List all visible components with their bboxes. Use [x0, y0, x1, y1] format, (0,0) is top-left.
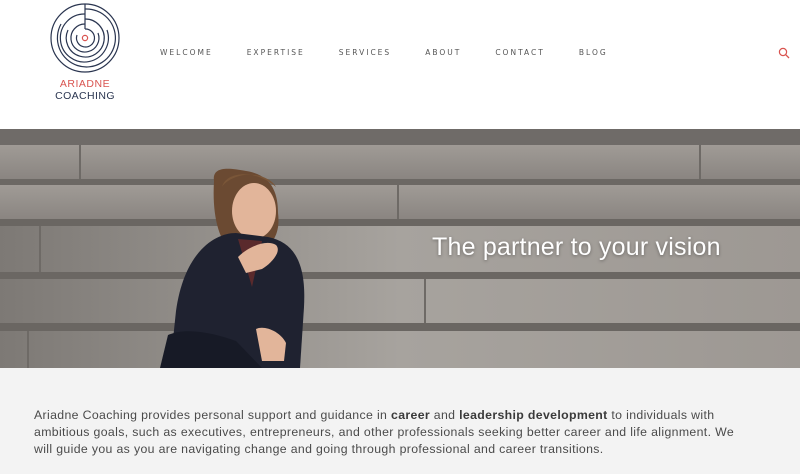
- nav-item-expertise[interactable]: EXPERTISE: [247, 47, 305, 59]
- search-icon[interactable]: [778, 47, 790, 59]
- hero-title: The partner to your vision: [432, 233, 721, 261]
- main-nav: WELCOME EXPERTISE SERVICES ABOUT CONTACT…: [160, 47, 642, 59]
- nav-item-contact[interactable]: CONTACT: [495, 47, 545, 59]
- intro-section: Ariadne Coaching provides personal suppo…: [0, 368, 800, 474]
- intro-text-part: and: [430, 408, 460, 422]
- hero-banner: The partner to your vision: [0, 129, 800, 368]
- intro-text: Ariadne Coaching provides personal suppo…: [34, 407, 754, 458]
- nav-item-about[interactable]: ABOUT: [425, 47, 461, 59]
- labyrinth-logo-icon: [50, 3, 120, 73]
- intro-highlight-career: career: [391, 408, 431, 422]
- nav-item-welcome[interactable]: WELCOME: [160, 47, 213, 59]
- logo-name: ARIADNE: [59, 78, 111, 90]
- intro-text-part: Ariadne Coaching provides personal suppo…: [34, 408, 391, 422]
- intro-highlight-leadership: leadership development: [459, 408, 608, 422]
- logo[interactable]: ARIADNE COACHING: [48, 2, 122, 102]
- nav-item-blog[interactable]: BLOG: [579, 47, 608, 59]
- nav-item-services[interactable]: SERVICES: [339, 47, 391, 59]
- logo-subtitle: COACHING: [55, 90, 115, 102]
- site-header: ARIADNE COACHING WELCOME EXPERTISE SERVI…: [0, 0, 800, 129]
